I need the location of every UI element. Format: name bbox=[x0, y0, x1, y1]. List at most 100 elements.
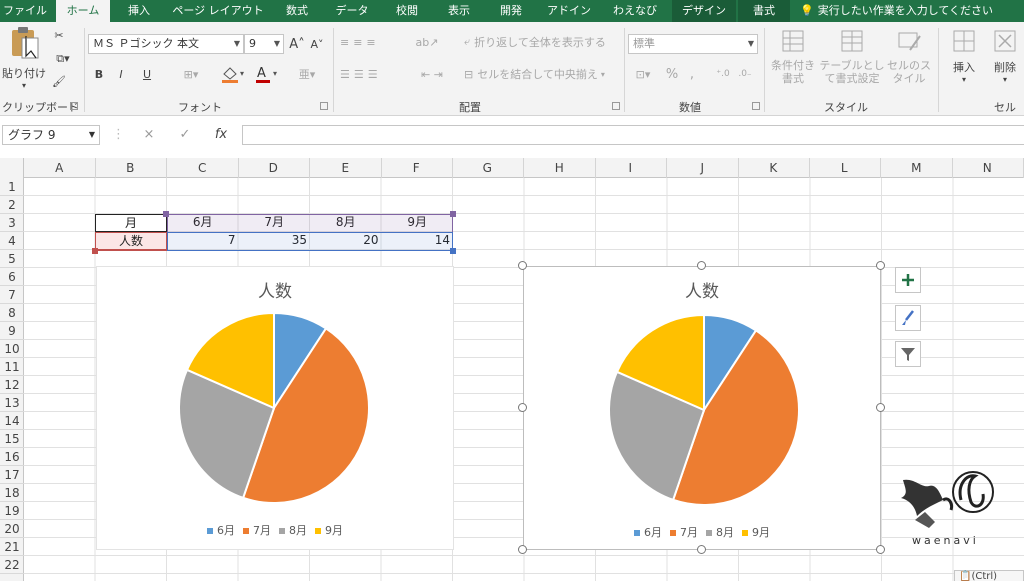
currency-button[interactable]: ⊡▾ bbox=[630, 64, 656, 84]
column-header[interactable]: C bbox=[167, 158, 239, 178]
column-header[interactable]: K bbox=[738, 158, 810, 178]
horizontal-align-buttons[interactable]: ☰☰☰ bbox=[340, 64, 406, 84]
legend-entry[interactable]: 7月 bbox=[243, 522, 271, 538]
column-header[interactable]: G bbox=[452, 158, 524, 178]
formula-input[interactable] bbox=[242, 125, 1024, 145]
font-name-combo[interactable]: ＭＳ Ｐゴシック 本文 ▼ bbox=[88, 34, 244, 54]
increase-decimal-button[interactable]: ⁺.0 bbox=[714, 64, 732, 84]
row-header[interactable]: 13 bbox=[0, 394, 24, 412]
cut-button[interactable]: ✂ bbox=[50, 26, 68, 44]
legend-entry[interactable]: 8月 bbox=[279, 522, 307, 538]
resize-handle-bottom-left[interactable] bbox=[518, 545, 527, 554]
conditional-formatting-button[interactable]: 条件付き書式 bbox=[766, 28, 820, 85]
tab-addins[interactable]: アドイン bbox=[540, 0, 598, 22]
pie-chart-right[interactable]: 人数 6月 7月 8月 9月 bbox=[523, 266, 881, 550]
row-header[interactable]: 21 bbox=[0, 538, 24, 556]
legend-entry[interactable]: 8月 bbox=[706, 524, 734, 540]
tab-chart-format[interactable]: 書式 bbox=[738, 0, 790, 22]
name-box[interactable]: グラフ 9 ▼ bbox=[2, 125, 100, 145]
chart-filters-button[interactable] bbox=[895, 341, 921, 367]
column-header[interactable]: B bbox=[95, 158, 167, 178]
column-header[interactable]: I bbox=[595, 158, 667, 178]
row-header[interactable]: 4 bbox=[0, 232, 24, 250]
row-header[interactable]: 18 bbox=[0, 484, 24, 502]
resize-handle-right[interactable] bbox=[876, 403, 885, 412]
tab-formulas[interactable]: 数式 bbox=[274, 0, 320, 22]
resize-handle-bottom[interactable] bbox=[697, 545, 706, 554]
font-color-button[interactable]: A ▾ bbox=[252, 64, 282, 84]
comma-button[interactable]: , bbox=[686, 64, 698, 84]
tab-waenavi[interactable]: わえなび bbox=[604, 0, 666, 22]
row-header[interactable]: 8 bbox=[0, 304, 24, 322]
resize-handle-top-right[interactable] bbox=[876, 261, 885, 270]
alignment-launcher-icon[interactable] bbox=[612, 102, 620, 110]
clipboard-launcher-icon[interactable] bbox=[70, 102, 78, 110]
tab-home[interactable]: ホーム bbox=[56, 0, 110, 22]
row-header[interactable]: 9 bbox=[0, 322, 24, 340]
row-header[interactable]: 11 bbox=[0, 358, 24, 376]
legend-entry[interactable]: 6月 bbox=[634, 524, 662, 540]
tab-insert[interactable]: 挿入 bbox=[116, 0, 162, 22]
format-as-table-button[interactable]: テーブルとして書式設定 bbox=[818, 28, 886, 85]
borders-button[interactable]: ⊞▾ bbox=[176, 64, 206, 84]
row-header[interactable]: 7 bbox=[0, 286, 24, 304]
tab-chart-design[interactable]: デザイン bbox=[672, 0, 736, 22]
legend-entry[interactable]: 7月 bbox=[670, 524, 698, 540]
row-header[interactable]: 12 bbox=[0, 376, 24, 394]
tab-page-layout[interactable]: ページ レイアウト bbox=[168, 0, 268, 22]
cell-styles-button[interactable]: セルのスタイル bbox=[884, 28, 934, 85]
enter-icon[interactable]: ✓ bbox=[176, 126, 194, 144]
font-size-combo[interactable]: 9 ▼ bbox=[244, 34, 284, 54]
grow-font-button[interactable]: A˄ bbox=[288, 34, 306, 54]
column-header[interactable]: J bbox=[667, 158, 739, 178]
range-handle[interactable] bbox=[163, 211, 169, 217]
select-all-corner[interactable] bbox=[0, 158, 24, 178]
column-header[interactable]: A bbox=[24, 158, 96, 178]
column-header[interactable]: N bbox=[952, 158, 1024, 178]
row-header[interactable]: 22 bbox=[0, 556, 24, 574]
row-header[interactable]: 16 bbox=[0, 448, 24, 466]
row-header[interactable]: 2 bbox=[0, 196, 24, 214]
chart-elements-button[interactable] bbox=[895, 267, 921, 293]
row-header[interactable]: 17 bbox=[0, 466, 24, 484]
legend-entry[interactable]: 9月 bbox=[742, 524, 770, 540]
fill-color-button[interactable]: ▾ bbox=[218, 64, 248, 84]
wrap-text-button[interactable]: ⤶ 折り返して全体を表示する bbox=[464, 32, 614, 52]
row-header[interactable]: 1 bbox=[0, 178, 24, 196]
column-header[interactable]: E bbox=[310, 158, 382, 178]
indent-buttons[interactable]: ⇤ ⇥ bbox=[412, 64, 452, 84]
column-header[interactable]: H bbox=[524, 158, 596, 178]
range-handle[interactable] bbox=[450, 248, 456, 254]
tab-developer[interactable]: 開発 bbox=[488, 0, 534, 22]
paste-options-button[interactable]: 📋(Ctrl) bbox=[954, 570, 1024, 581]
copy-button[interactable]: ⧉▾ bbox=[50, 50, 76, 68]
paste-button[interactable]: 貼り付け ▾ bbox=[2, 26, 46, 92]
pie-chart-left[interactable]: 人数 6月 7月 8月 9月 bbox=[96, 266, 454, 550]
insert-function-icon[interactable]: fx bbox=[210, 126, 232, 144]
merge-center-button[interactable]: ⊟ セルを結合して中央揃え ▾ bbox=[464, 64, 614, 84]
tab-file[interactable]: ファイル bbox=[0, 0, 50, 22]
shrink-font-button[interactable]: A˅ bbox=[308, 34, 326, 54]
phonetic-button[interactable]: 亜▾ bbox=[296, 64, 318, 84]
resize-handle-bottom-right[interactable] bbox=[876, 545, 885, 554]
bold-button[interactable]: B bbox=[90, 64, 108, 84]
cancel-icon[interactable]: × bbox=[140, 126, 158, 144]
row-header[interactable]: 14 bbox=[0, 412, 24, 430]
orientation-button[interactable]: ab↗ bbox=[414, 32, 440, 52]
resize-handle-left[interactable] bbox=[518, 403, 527, 412]
number-format-combo[interactable]: 標準 ▼ bbox=[628, 34, 758, 54]
resize-handle-top-left[interactable] bbox=[518, 261, 527, 270]
format-painter-button[interactable]: 🖌 bbox=[50, 72, 68, 90]
tab-review[interactable]: 校閲 bbox=[384, 0, 430, 22]
number-launcher-icon[interactable] bbox=[752, 102, 760, 110]
column-header[interactable]: D bbox=[238, 158, 310, 178]
row-header[interactable]: 3 bbox=[0, 214, 24, 232]
row-header[interactable]: 6 bbox=[0, 268, 24, 286]
row-header[interactable]: 15 bbox=[0, 430, 24, 448]
tab-data[interactable]: データ bbox=[326, 0, 378, 22]
chart-styles-button[interactable] bbox=[895, 305, 921, 331]
cell-b2[interactable]: 月 bbox=[95, 214, 167, 232]
column-header[interactable]: M bbox=[881, 158, 953, 178]
column-header[interactable]: L bbox=[809, 158, 881, 178]
resize-handle-top[interactable] bbox=[697, 261, 706, 270]
